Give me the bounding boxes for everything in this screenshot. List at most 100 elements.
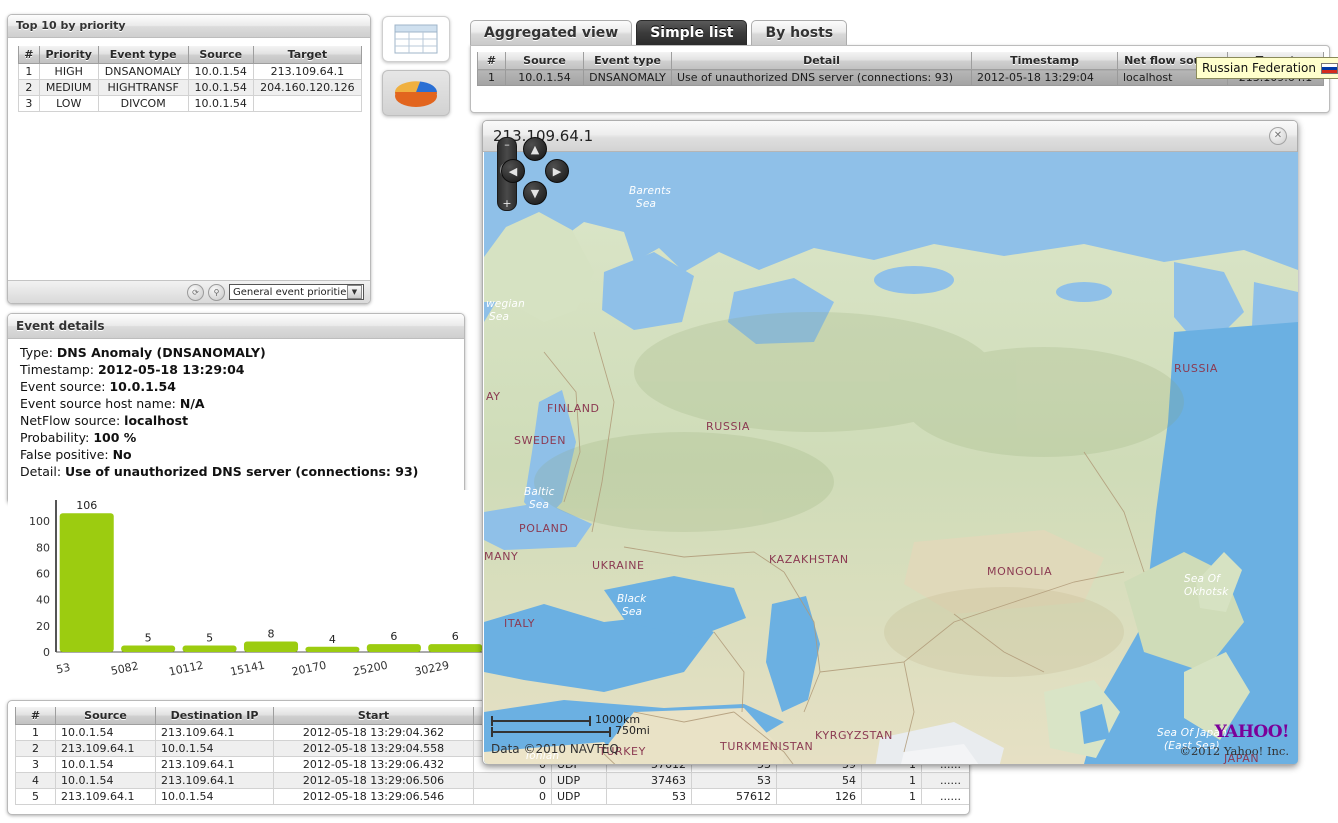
- table-cell: 213.109.64.1: [155, 772, 274, 789]
- table-row[interactable]: 5 213.109.64.1 10.0.1.54 2012-05-18 13:29:0…: [15, 788, 969, 805]
- map-label: Sea: [636, 198, 656, 210]
- column-header[interactable]: Detail: [671, 52, 972, 70]
- column-header[interactable]: #: [18, 46, 40, 64]
- tab-aggregated-view[interactable]: Aggregated view: [470, 20, 633, 45]
- tab-by-hosts[interactable]: By hosts: [751, 20, 848, 45]
- map-copyright: ©2012 Yahoo! Inc.: [1179, 744, 1289, 758]
- arrow-down-icon[interactable]: ▼: [523, 181, 547, 205]
- table-cell: 213.109.64.1: [155, 756, 274, 773]
- map-label: ITALY: [504, 617, 535, 630]
- table-cell: 1: [15, 724, 56, 741]
- table-cell: 1: [861, 788, 922, 805]
- bar[interactable]: [182, 645, 237, 652]
- map-label: Okhotsk: [1184, 586, 1229, 598]
- bar-value-label: 5: [206, 631, 213, 644]
- event-priority-select[interactable]: General event priorities ▼: [229, 284, 364, 300]
- bar[interactable]: [305, 646, 360, 652]
- detail-label: Type:: [20, 345, 57, 360]
- table-row[interactable]: 4 10.0.1.54 213.109.64.1 2012-05-18 13:29:0…: [15, 772, 969, 789]
- tab-simple-list[interactable]: Simple list: [636, 20, 748, 45]
- map-label: POLAND: [519, 522, 569, 535]
- russian-federation-flag-icon: [1320, 62, 1338, 74]
- event-detail-row: NetFlow source: localhost: [20, 412, 452, 429]
- column-header[interactable]: #: [477, 52, 506, 70]
- y-tick-label: 0: [43, 646, 50, 659]
- plus-icon[interactable]: +: [502, 197, 511, 210]
- table-cell: ......: [921, 788, 969, 805]
- map-label: Sea Of: [1184, 573, 1222, 585]
- x-tick-label: 25200: [352, 659, 389, 679]
- detail-value: 100 %: [93, 430, 137, 445]
- table-cell: 2012-05-18 13:29:06.546: [273, 788, 474, 805]
- table-cell: 213.109.64.1: [252, 63, 363, 80]
- table-row[interactable]: 1 HIGH DNSANOMALY 10.0.1.54 213.109.64.1: [18, 63, 363, 80]
- bar[interactable]: [243, 641, 299, 652]
- table-cell: LOW: [38, 95, 99, 112]
- map-label: MONGOLIA: [987, 565, 1052, 578]
- pie-view-button[interactable]: [382, 70, 450, 116]
- table-cell: 3: [18, 95, 40, 112]
- map-label: Sea: [532, 763, 552, 764]
- chevron-down-icon[interactable]: ▼: [347, 285, 362, 299]
- table-cell: 2012-05-18 13:29:04: [971, 69, 1118, 86]
- x-tick-label: 53: [55, 661, 71, 677]
- detail-label: Event source:: [20, 379, 110, 394]
- column-header[interactable]: Event type: [583, 52, 672, 70]
- column-header[interactable]: Start: [273, 707, 474, 725]
- map-label: Black: [617, 593, 647, 605]
- column-header[interactable]: Destination IP: [155, 707, 274, 725]
- map-label: wegian: [486, 298, 525, 310]
- bar[interactable]: [366, 644, 421, 652]
- event-details-body: Type: DNS Anomaly (DNSANOMALY) Timestamp:…: [8, 339, 464, 480]
- bar[interactable]: [59, 513, 114, 652]
- panel-title: Top 10 by priority: [8, 15, 370, 38]
- map-label: MANY: [484, 550, 518, 563]
- table-row[interactable]: 3 LOW DIVCOM 10.0.1.54: [18, 95, 363, 112]
- table-cell: 126: [776, 788, 862, 805]
- table-view-icon: [394, 24, 438, 54]
- x-tick-label: 20170: [291, 659, 328, 679]
- magnifier-icon[interactable]: ⚲: [208, 283, 225, 301]
- table-cell: 2: [18, 79, 40, 96]
- map-attribution: Data ©2010 NAVTEQ: [491, 742, 619, 756]
- column-header[interactable]: Source: [187, 46, 254, 64]
- table-cell: 1: [861, 772, 922, 789]
- panel-title: Event details: [8, 314, 464, 339]
- table-cell: 4: [15, 772, 56, 789]
- map-canvas[interactable]: Barents Sea wegian Sea AY FINLAND SWEDEN RUSSIA…: [484, 152, 1298, 764]
- x-tick-label: 30229: [413, 659, 450, 679]
- column-header[interactable]: Target: [252, 46, 363, 64]
- table-cell: 10.0.1.54: [187, 63, 254, 80]
- arrow-left-icon[interactable]: ◀: [501, 159, 525, 183]
- table-cell: DIVCOM: [97, 95, 189, 112]
- column-header[interactable]: #: [15, 707, 56, 725]
- minus-icon[interactable]: –: [504, 138, 510, 151]
- map-label: Barents: [629, 185, 671, 197]
- detail-label: NetFlow source:: [20, 413, 125, 428]
- table-cell: 1: [18, 63, 40, 80]
- arrow-right-icon[interactable]: ▶: [545, 159, 569, 183]
- column-header[interactable]: Source: [55, 707, 156, 725]
- y-tick-label: 60: [36, 567, 50, 580]
- column-header[interactable]: Event type: [97, 46, 189, 64]
- bar[interactable]: [121, 645, 176, 652]
- arrow-up-icon[interactable]: ▲: [523, 137, 547, 161]
- table-cell: 37463: [606, 772, 692, 789]
- column-header[interactable]: Source: [505, 52, 584, 70]
- table-view-button[interactable]: [382, 16, 450, 62]
- map-controls: – + ▲ ◀ ▶ ▼: [491, 133, 569, 213]
- bar[interactable]: [428, 644, 483, 652]
- table-cell: 10.0.1.54: [505, 69, 584, 86]
- top10-table: # Priority Event type Source Target 1 HIGH DNS…: [18, 46, 363, 112]
- column-header[interactable]: Timestamp: [971, 52, 1118, 70]
- table-row[interactable]: 2 MEDIUM HIGHTRANSF 10.0.1.54 204.160.120.12…: [18, 79, 363, 96]
- refresh-icon[interactable]: ⟳: [187, 283, 204, 301]
- country-tooltip: Russian Federation: [1196, 57, 1338, 79]
- table-cell: 3: [15, 756, 56, 773]
- map-window: 213.109.64.1 ✕ Barents Sea wegian Sea AY…: [482, 120, 1298, 765]
- bar-chart-svg: 0 20 40 60 80 100 106 5 5 8 4 6 6 53 5082 10112 15141 201…: [29, 499, 486, 679]
- table-cell: UDP: [551, 772, 607, 789]
- map-label: KAZAKHSTAN: [769, 553, 849, 566]
- column-header[interactable]: Priority: [38, 46, 99, 64]
- close-icon[interactable]: ✕: [1269, 127, 1287, 145]
